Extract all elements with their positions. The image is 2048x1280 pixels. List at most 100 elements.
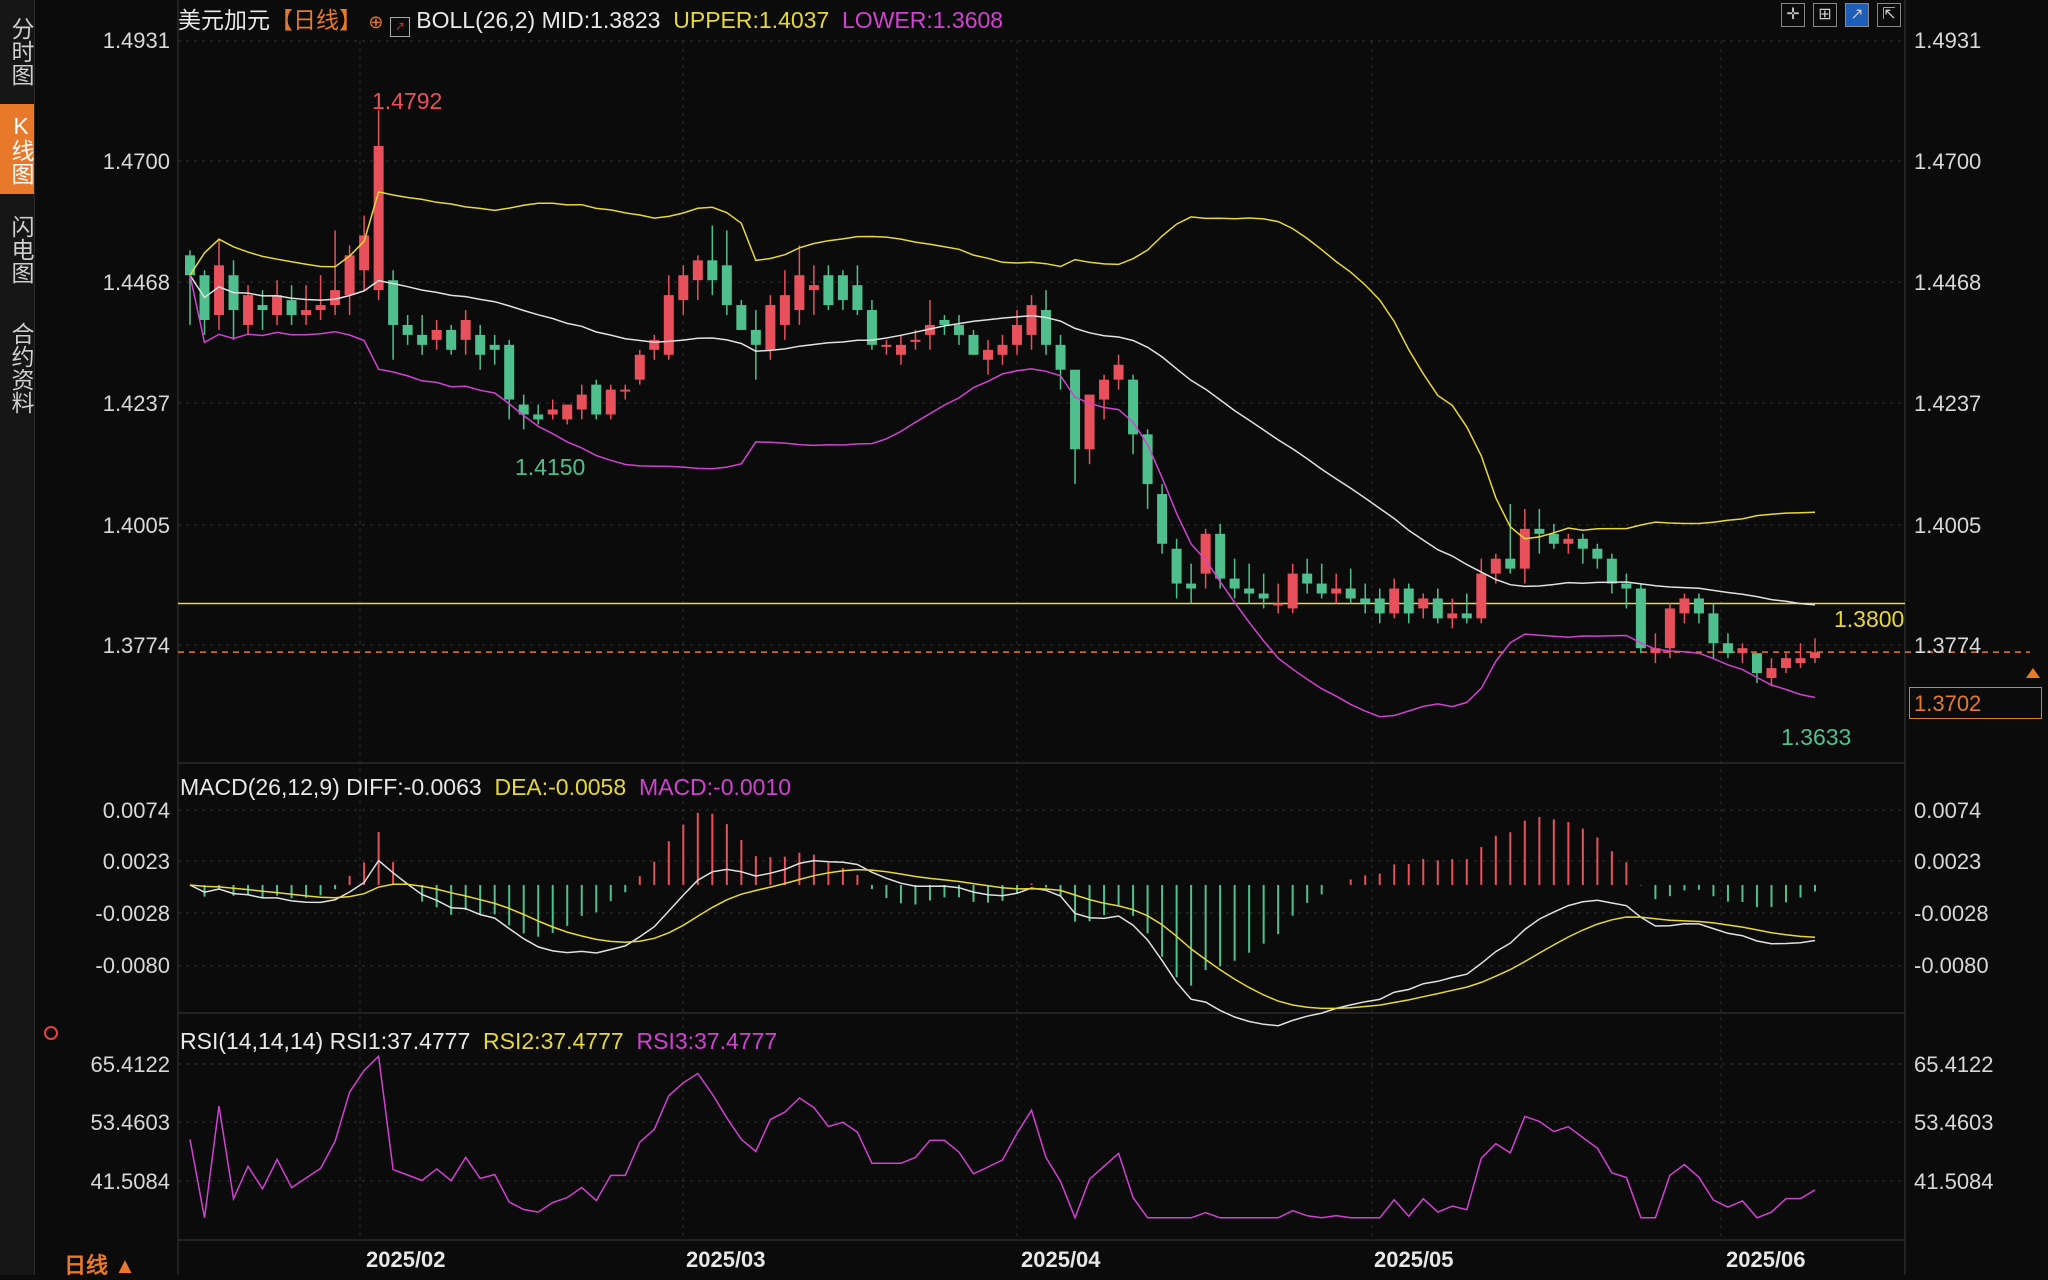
boll-upper-line <box>189 191 1816 540</box>
macd-tick-left: -0.0028 <box>95 901 170 926</box>
candle-body <box>1287 573 1298 609</box>
candle-body <box>1490 558 1501 574</box>
price-tick-left: 1.4700 <box>102 149 170 174</box>
macd-tick-left: 0.0074 <box>102 798 170 823</box>
rsi-tick-left: 53.4603 <box>90 1110 170 1135</box>
macd-tick-right: 0.0023 <box>1914 849 1982 874</box>
candle-body <box>1606 558 1617 584</box>
current-price-tag: 1.3702 <box>1909 687 2042 719</box>
period-tag[interactable]: 【日线】 <box>270 7 362 33</box>
date-label: 2025/02 <box>366 1247 446 1272</box>
candle-body <box>634 354 645 380</box>
candle-body <box>1505 558 1516 569</box>
candle-body <box>620 389 631 392</box>
price-tick-right: 1.4468 <box>1914 270 1982 295</box>
date-label: 2025/04 <box>1021 1247 1101 1272</box>
candle-body <box>1200 533 1211 574</box>
candle-body <box>1563 538 1574 544</box>
candle-body <box>1215 533 1226 579</box>
price-tick-left: 1.3774 <box>102 633 170 658</box>
grid-toggle-icon[interactable]: ⊞ <box>1813 3 1837 27</box>
candle-body <box>1302 573 1313 584</box>
candle-body <box>1113 364 1124 380</box>
candle-body <box>1534 528 1545 534</box>
kline-chart[interactable] <box>0 0 2048 1275</box>
settings-icon[interactable]: ⊕ <box>368 12 383 32</box>
candle-body <box>1519 528 1530 569</box>
macd-tick-right: -0.0080 <box>1914 953 1989 978</box>
candle-body <box>1041 310 1052 345</box>
candle-body <box>823 275 834 306</box>
date-label: 2025/03 <box>686 1247 766 1272</box>
macd-dea: DEA:-0.0058 <box>494 774 627 800</box>
candle-body <box>837 275 848 301</box>
boll-upper: UPPER:1.4037 <box>673 7 830 33</box>
candle-body <box>736 305 747 330</box>
macd-tick-right: -0.0028 <box>1914 901 1989 926</box>
indicator-target-icon[interactable] <box>44 1026 58 1040</box>
macd-name: MACD(26,12,9) <box>180 774 340 800</box>
macd-tick-left: -0.0080 <box>95 953 170 978</box>
candle-body <box>1795 658 1806 664</box>
macd-legend: MACD(26,12,9) DIFF:-0.0063 DEA:-0.0058 M… <box>180 774 791 800</box>
timeframe-selector[interactable]: 日线 ▲ <box>64 1248 136 1280</box>
rsi1-value: RSI1:37.4777 <box>329 1028 471 1054</box>
candle-body <box>1780 658 1791 669</box>
candle-body <box>446 329 457 350</box>
candle-body <box>1447 613 1458 619</box>
candle-body <box>1070 369 1081 450</box>
candle-body <box>895 344 906 355</box>
candle-body <box>953 324 964 335</box>
indicator-icon[interactable]: ↗ <box>389 17 410 37</box>
candle-body <box>373 145 384 291</box>
macd-value: MACD:-0.0010 <box>638 774 792 800</box>
candle-body <box>1751 653 1762 674</box>
candle-body <box>547 409 558 415</box>
candle-body <box>852 285 863 311</box>
candle-body <box>1418 598 1429 609</box>
candle-body <box>301 310 312 316</box>
candle-body <box>1345 588 1356 599</box>
rsi2-value: RSI2:37.4777 <box>483 1028 624 1054</box>
rsi-line <box>189 1054 1816 1220</box>
current-price-marker-icon <box>2026 668 2040 678</box>
boll-mid: MID:1.3823 <box>541 7 661 33</box>
candle-body <box>533 414 544 420</box>
candle-body <box>779 295 790 325</box>
crosshair-toggle-icon[interactable]: ✛ <box>1781 3 1805 27</box>
candle-body <box>1461 613 1472 619</box>
candle-body <box>910 339 921 342</box>
candle-body <box>257 305 268 311</box>
candle-body <box>402 324 413 335</box>
candle-body <box>1679 598 1690 614</box>
high-price-annotation: 1.4792 <box>372 88 443 114</box>
fullscreen-icon[interactable]: ⇱ <box>1877 3 1901 27</box>
price-tick-left: 1.4931 <box>102 28 170 53</box>
price-tick-left: 1.4005 <box>102 513 170 538</box>
boll-lower: LOWER:1.3608 <box>842 7 1004 33</box>
candle-body <box>243 295 254 325</box>
rsi3-value: RSI3:37.4777 <box>636 1028 778 1054</box>
candle-body <box>1592 548 1603 559</box>
price-legend: 美元加元【日线】 ⊕ ↗ BOLL(26,2) MID:1.3823 UPPER… <box>178 7 1003 37</box>
rsi-tick-right: 65.4122 <box>1914 1052 1994 1077</box>
candle-body <box>475 334 486 355</box>
candle-body <box>1664 608 1675 649</box>
rsi-name: RSI(14,14,14) <box>180 1028 324 1054</box>
symbol-name: 美元加元 <box>178 7 270 33</box>
low-price-annotation: 1.4150 <box>515 454 586 480</box>
rsi-tick-left: 41.5084 <box>90 1169 170 1194</box>
rsi-tick-left: 65.4122 <box>90 1052 170 1077</box>
price-tick-right: 1.3774 <box>1914 633 1982 658</box>
candle-body <box>1432 598 1443 619</box>
candle-body <box>692 260 703 281</box>
candle-body <box>1186 583 1197 589</box>
candle-body <box>576 394 587 410</box>
candle-body <box>1476 573 1487 619</box>
candle-body <box>388 280 399 325</box>
candle-body <box>1128 379 1139 435</box>
macd-tick-left: 0.0023 <box>102 849 170 874</box>
scale-toggle-icon[interactable]: ↗ <box>1845 3 1869 27</box>
date-label: 2025/06 <box>1726 1247 1806 1272</box>
candle-body <box>765 305 776 350</box>
